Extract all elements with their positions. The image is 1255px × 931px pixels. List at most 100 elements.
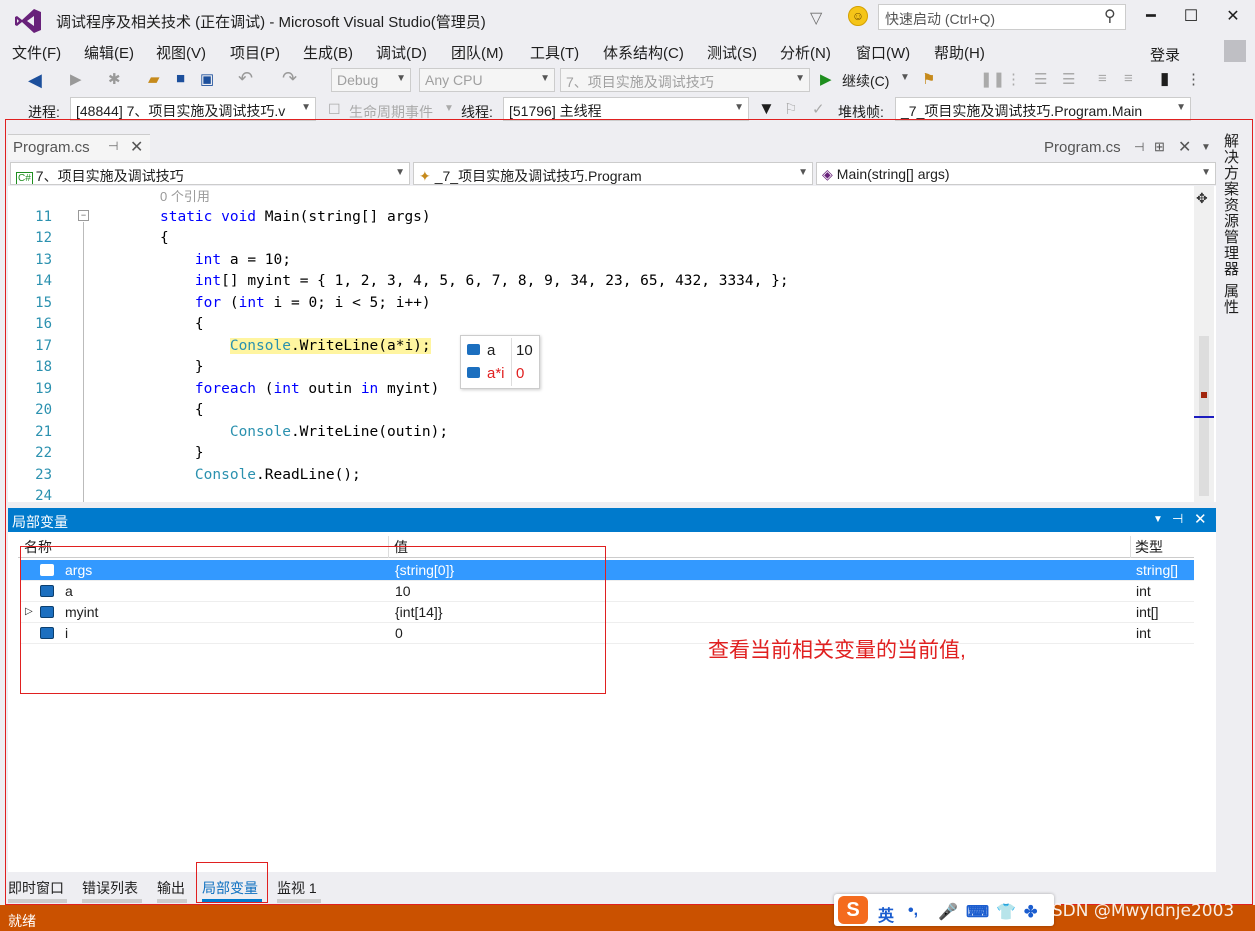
- notification-filter-icon[interactable]: ▽: [810, 8, 828, 27]
- column-divider[interactable]: [1130, 536, 1131, 558]
- table-row[interactable]: i 0 int: [20, 623, 1194, 644]
- menu-debug[interactable]: 调试(D): [376, 42, 427, 63]
- chevron-down-icon[interactable]: ▼: [1153, 514, 1163, 525]
- tab-locals[interactable]: 局部变量: [202, 878, 258, 898]
- startup-project-dropdown[interactable]: 7、项目实施及调试技巧 ▼: [560, 68, 810, 92]
- table-row[interactable]: a 10 int: [20, 581, 1194, 602]
- pin-icon[interactable]: ⊣: [108, 139, 118, 153]
- close-icon[interactable]: ✕: [1194, 510, 1207, 528]
- code-editor[interactable]: 0 个引用 − 11 12 13 14 15 16 17 18 19 20 21…: [8, 186, 1216, 502]
- row-value[interactable]: 0: [395, 625, 403, 641]
- save-all-icon[interactable]: ▣: [200, 70, 214, 88]
- configuration-dropdown[interactable]: Debug ▼: [331, 68, 411, 92]
- stop-icon[interactable]: ⋮: [1006, 70, 1021, 88]
- open-file-icon[interactable]: ▰: [148, 70, 160, 88]
- close-tab-icon[interactable]: ✕: [130, 137, 143, 157]
- menu-architecture[interactable]: 体系结构(C): [603, 42, 684, 63]
- tab-output[interactable]: 输出: [157, 878, 185, 898]
- code-line[interactable]: {: [160, 402, 204, 418]
- collapse-icon[interactable]: −: [78, 210, 89, 221]
- continue-play-icon[interactable]: ▶: [820, 70, 832, 88]
- maximize-button[interactable]: ☐: [1176, 6, 1206, 28]
- sogou-logo-icon[interactable]: S: [838, 896, 868, 924]
- attach-icon[interactable]: ⚑: [922, 70, 935, 88]
- uncomment-icon[interactable]: ≡: [1124, 70, 1133, 87]
- lifecycle-events-dropdown[interactable]: 生命周期事件: [349, 102, 433, 122]
- code-line[interactable]: {: [160, 230, 169, 246]
- flag-thread-icon[interactable]: ⚐: [784, 100, 797, 118]
- menu-edit[interactable]: 编辑(E): [84, 42, 134, 63]
- column-header-value[interactable]: 值: [394, 537, 408, 557]
- user-avatar-icon[interactable]: [1224, 40, 1246, 62]
- table-row[interactable]: args {string[0]} string[]: [20, 560, 1194, 581]
- skin-icon[interactable]: 👕: [996, 902, 1016, 922]
- menu-build[interactable]: 生成(B): [303, 42, 353, 63]
- comment-icon[interactable]: ≡: [1098, 70, 1107, 87]
- column-divider[interactable]: [388, 536, 389, 558]
- class-dropdown[interactable]: ✦ _7_项目实施及调试技巧.Program ▼: [413, 162, 813, 185]
- new-project-icon[interactable]: ✱: [108, 70, 121, 88]
- chevron-down-icon[interactable]: ▼: [900, 72, 910, 83]
- lifecycle-icon[interactable]: ☐: [328, 101, 341, 118]
- toolbar-overflow-icon[interactable]: ⋮: [1186, 70, 1201, 88]
- punctuation-icon[interactable]: •,: [908, 902, 918, 920]
- step-over-icon[interactable]: ☰: [1062, 70, 1075, 88]
- menu-team[interactable]: 团队(M): [451, 42, 504, 63]
- editor-scrollbar[interactable]: ✥: [1194, 186, 1214, 502]
- preview-tab-label[interactable]: Program.cs: [1044, 139, 1121, 156]
- microphone-icon[interactable]: 🎤: [938, 902, 958, 922]
- codelens-references[interactable]: 0 个引用: [160, 186, 210, 205]
- minimize-button[interactable]: ━: [1136, 6, 1166, 28]
- tab-watch-1[interactable]: 监视 1: [277, 878, 317, 898]
- solution-explorer-tab[interactable]: 解决方案资源管理器: [1224, 134, 1242, 278]
- thread-dropdown[interactable]: [51796] 主线程 ▼: [503, 97, 749, 121]
- menu-test[interactable]: 测试(S): [707, 42, 757, 63]
- show-flagged-icon[interactable]: ✓: [812, 100, 825, 118]
- member-dropdown[interactable]: ◈ Main(string[] args) ▼: [816, 162, 1216, 185]
- menu-window[interactable]: 窗口(W): [856, 42, 910, 63]
- menu-file[interactable]: 文件(F): [12, 42, 61, 63]
- undo-icon[interactable]: ↶: [238, 68, 253, 89]
- code-line[interactable]: foreach (int outin in myint): [160, 381, 439, 397]
- tab-immediate-window[interactable]: 即时窗口: [8, 878, 64, 898]
- code-line[interactable]: Console.WriteLine(a*i);: [160, 338, 431, 354]
- stack-frame-dropdown[interactable]: _7_项目实施及调试技巧.Program.Main ▼: [895, 97, 1191, 121]
- table-row[interactable]: ▷ myint {int[14]} int[]: [20, 602, 1194, 623]
- thread-filter-icon[interactable]: ▼: [758, 99, 775, 119]
- platform-dropdown[interactable]: Any CPU ▼: [419, 68, 555, 92]
- process-dropdown[interactable]: [48844] 7、项目实施及调试技巧.v ▼: [70, 97, 316, 121]
- code-line[interactable]: }: [160, 445, 204, 461]
- code-line[interactable]: for (int i = 0; i < 5; i++): [160, 295, 431, 311]
- project-dropdown[interactable]: C# 7、项目实施及调试技巧 ▼: [10, 162, 410, 185]
- tab-error-list[interactable]: 错误列表: [82, 878, 138, 898]
- back-icon[interactable]: ◀: [28, 70, 42, 91]
- login-link[interactable]: 登录: [1150, 44, 1180, 65]
- step-icon[interactable]: ☰: [1034, 70, 1047, 88]
- menu-project[interactable]: 项目(P): [230, 42, 280, 63]
- code-line[interactable]: static void Main(string[] args): [160, 209, 431, 225]
- continue-button[interactable]: 继续(C): [842, 71, 889, 91]
- keyboard-icon[interactable]: ⌨: [966, 902, 989, 922]
- bookmark-icon[interactable]: ▮: [1160, 69, 1169, 89]
- row-value[interactable]: 10: [395, 583, 411, 599]
- save-icon[interactable]: ■: [176, 70, 185, 87]
- feedback-smiley-icon[interactable]: ☺: [848, 6, 868, 26]
- datatip-popup[interactable]: a 10 a*i 0: [460, 335, 540, 389]
- code-line[interactable]: int[] myint = { 1, 2, 3, 4, 5, 6, 7, 8, …: [160, 273, 789, 289]
- redo-icon[interactable]: ↷: [282, 68, 297, 89]
- quick-launch-input[interactable]: 快速启动 (Ctrl+Q): [878, 4, 1126, 30]
- code-line[interactable]: {: [160, 316, 204, 332]
- menu-view[interactable]: 视图(V): [156, 42, 206, 63]
- close-button[interactable]: ✕: [1218, 6, 1248, 28]
- menu-analyze[interactable]: 分析(N): [780, 42, 831, 63]
- row-value[interactable]: {string[0]}: [395, 562, 454, 578]
- close-tab-icon[interactable]: ✕: [1178, 137, 1191, 157]
- row-value[interactable]: {int[14]}: [395, 604, 443, 620]
- menu-help[interactable]: 帮助(H): [934, 42, 985, 63]
- split-icon[interactable]: ✥: [1196, 190, 1208, 207]
- expand-icon[interactable]: ▷: [25, 606, 33, 617]
- promote-tab-icon[interactable]: ⊞: [1154, 139, 1165, 155]
- search-icon[interactable]: ⚲: [1104, 6, 1116, 26]
- code-line[interactable]: }: [160, 359, 204, 375]
- column-header-type[interactable]: 类型: [1135, 537, 1163, 557]
